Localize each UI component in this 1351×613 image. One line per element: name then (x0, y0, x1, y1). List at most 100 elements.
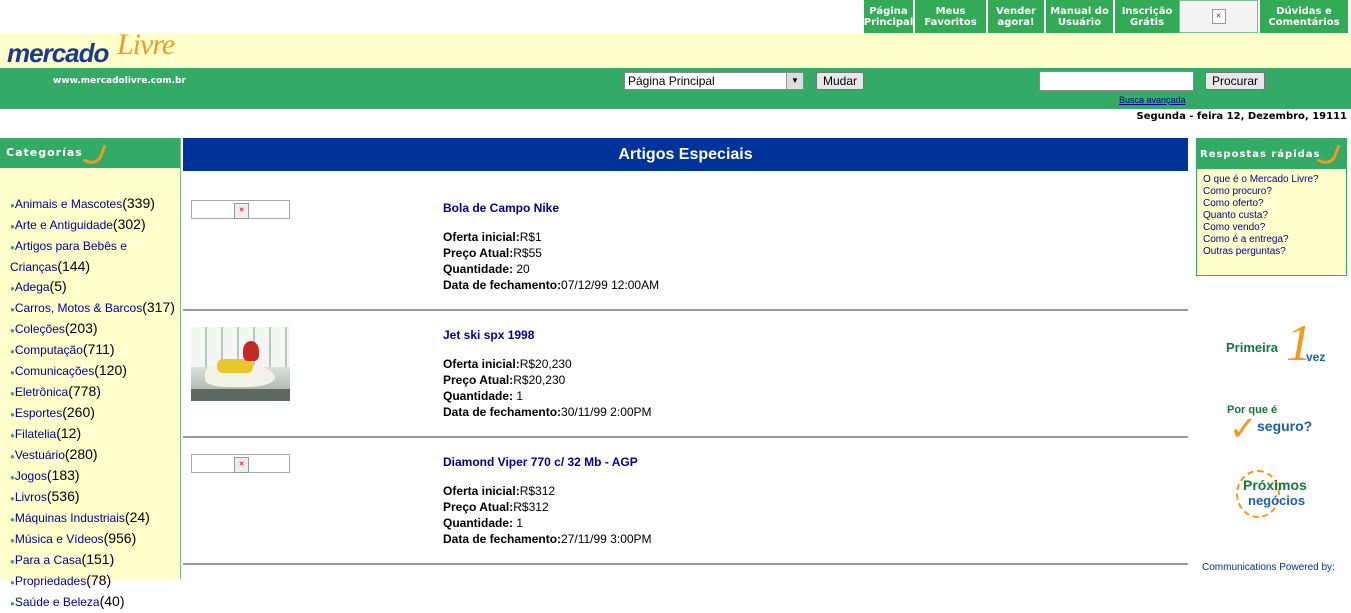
logo-text-livre: Livre (117, 28, 175, 61)
category-link[interactable]: Carros, Motos & Barcos (15, 301, 142, 315)
advanced-search-link[interactable]: Busca avançada (1119, 95, 1186, 105)
value-preco: R$312 (513, 500, 549, 514)
nav-free-signup[interactable]: Inscrição Grátis (1113, 0, 1179, 33)
category-link[interactable]: Livros (15, 490, 47, 504)
category-item[interactable]: ●Máquinas Industriais(24) (10, 508, 180, 529)
category-item[interactable]: ●Arte e Antiguidade(302) (10, 215, 180, 236)
category-item[interactable]: ●Coleções(203) (10, 319, 180, 340)
section-select[interactable]: Página Principal ▼ (624, 72, 804, 90)
item-thumbnail-placeholder[interactable]: ✕ (191, 454, 290, 473)
logo-text-mercado: mercado (7, 38, 109, 68)
category-link[interactable]: Arte e Antiguidade (15, 218, 113, 232)
nav-sell-now[interactable]: Vender agora! (986, 0, 1044, 33)
quick-answers-title: Respostas rápidas (1200, 149, 1321, 160)
category-link[interactable]: Vestuário (15, 448, 65, 462)
category-link[interactable]: Filatelia (15, 427, 56, 441)
value-qtd: 1 (516, 389, 524, 403)
nav-questions-comments[interactable]: Dúvidas e Comentários (1258, 0, 1348, 33)
change-button[interactable]: Mudar (816, 72, 864, 90)
upcoming-business-promo[interactable]: Próximos negócios (1232, 466, 1342, 518)
featured-item: ✕ Diamond Viper 770 c/ 32 Mb - AGP Ofert… (183, 444, 1188, 570)
category-item[interactable]: ●Eletrônica(778) (10, 382, 180, 403)
nav-user-manual[interactable]: Manual do Usuário (1044, 0, 1113, 33)
category-link[interactable]: Animais e Mascotes (15, 197, 122, 211)
category-link[interactable]: Coleções (15, 322, 65, 336)
category-item[interactable]: ●Saúde e Beleza(40) (10, 592, 180, 613)
category-link[interactable]: Adega (15, 280, 50, 294)
category-count: (956) (103, 530, 137, 546)
promo-next-text: Próximos (1243, 477, 1307, 493)
label-data: Data de fechamento: (443, 278, 562, 292)
category-item[interactable]: ●Comunicações(120) (10, 361, 180, 382)
category-item[interactable]: ●Livros(536) (10, 487, 180, 508)
item-title-link[interactable]: Jet ski spx 1998 (443, 328, 534, 342)
label-data: Data de fechamento: (443, 405, 562, 419)
first-time-promo[interactable]: Primeira 1 vez (1222, 315, 1332, 376)
label-oferta: Oferta inicial: (443, 484, 520, 498)
label-preco: Preço Atual: (443, 500, 514, 514)
security-promo[interactable]: Por que é ✓ seguro? (1225, 402, 1335, 448)
category-link[interactable]: Eletrônica (15, 385, 68, 399)
label-oferta: Oferta inicial: (443, 230, 520, 244)
logo-band (0, 33, 1351, 68)
value-preco: R$55 (513, 246, 542, 260)
category-item[interactable]: ●Propriedades(78) (10, 571, 180, 592)
category-link[interactable]: Saúde e Beleza (15, 595, 100, 609)
faq-link[interactable]: O que é o Mercado Livre? (1203, 174, 1319, 186)
category-item[interactable]: ●Jogos(183) (10, 466, 180, 487)
category-link[interactable]: Esportes (15, 406, 62, 420)
category-count: (78) (86, 572, 112, 588)
search-button[interactable]: Procurar (1205, 72, 1265, 90)
category-link[interactable]: Propriedades (15, 574, 86, 588)
item-title-link[interactable]: Bola de Campo Nike (443, 201, 559, 215)
search-input[interactable] (1039, 71, 1194, 91)
label-data: Data de fechamento: (443, 532, 562, 546)
featured-items-header: Artigos Especiais (183, 138, 1188, 171)
featured-item: Jet ski spx 1998 Oferta inicial:R$20,230… (183, 317, 1188, 443)
faq-link[interactable]: Outras perguntas? (1203, 246, 1319, 258)
nav-favorites[interactable]: Meus Favoritos (913, 0, 986, 33)
category-link[interactable]: Para a Casa (15, 553, 82, 567)
jet-ski-photo[interactable] (191, 327, 290, 401)
category-link[interactable]: Comunicações (15, 364, 94, 378)
category-count: (260) (62, 404, 95, 420)
item-separator (183, 309, 1188, 311)
top-bar: Página Principal Meus Favoritos Vender a… (0, 0, 1351, 33)
category-link[interactable]: Computação (15, 343, 83, 357)
nav-image-cell[interactable]: ✕ (1179, 0, 1258, 33)
faq-link[interactable]: Como vendo? (1203, 222, 1319, 234)
category-count: (711) (82, 341, 115, 357)
faq-link[interactable]: Como é a entrega? (1203, 234, 1319, 246)
category-item[interactable]: ●Para a Casa(151) (10, 550, 180, 571)
faq-link[interactable]: Como oferto? (1203, 198, 1319, 210)
category-item[interactable]: ●Música e Vídeos(956) (10, 529, 180, 550)
category-item[interactable]: ●Vestuário(280) (10, 445, 180, 466)
label-preco: Preço Atual: (443, 246, 514, 260)
item-separator (183, 436, 1188, 438)
dropdown-arrow-icon[interactable]: ▼ (786, 73, 803, 89)
item-title-link[interactable]: Diamond Viper 770 c/ 32 Mb - AGP (443, 455, 638, 469)
quick-answers-links: O que é o Mercado Livre? Como procuro? C… (1203, 174, 1319, 258)
category-item[interactable]: ●Esportes(260) (10, 403, 180, 424)
promo-first-text: Primeira (1226, 340, 1279, 355)
item-thumbnail-placeholder[interactable]: ✕ (191, 200, 290, 219)
category-count: (183) (46, 467, 80, 483)
category-item[interactable]: ●Adega(5) (10, 277, 180, 298)
category-item[interactable]: ●Animais e Mascotes(339) (10, 194, 180, 215)
broken-image-icon: ✕ (1211, 9, 1226, 24)
category-list: ●Animais e Mascotes(339) ●Arte e Antigui… (10, 194, 180, 613)
category-item[interactable]: ●Artigos para Bebês e Crianças(144) (10, 236, 180, 277)
category-count: (5) (49, 278, 67, 294)
nav-home[interactable]: Página Principal (862, 0, 913, 33)
category-link[interactable]: Máquinas Industriais (15, 511, 125, 525)
faq-link[interactable]: Quanto custa? (1203, 210, 1319, 222)
category-item[interactable]: ●Carros, Motos & Barcos(317) (10, 298, 180, 319)
faq-link[interactable]: Como procuro? (1203, 186, 1319, 198)
value-oferta: R$312 (519, 484, 556, 498)
category-item[interactable]: ●Filatelia(12) (10, 424, 180, 445)
category-link[interactable]: Música e Vídeos (15, 532, 104, 546)
category-item[interactable]: ●Computação(711) (10, 340, 180, 361)
category-link[interactable]: Jogos (15, 469, 47, 483)
value-qtd: 20 (516, 262, 530, 276)
category-count: (302) (112, 216, 146, 232)
